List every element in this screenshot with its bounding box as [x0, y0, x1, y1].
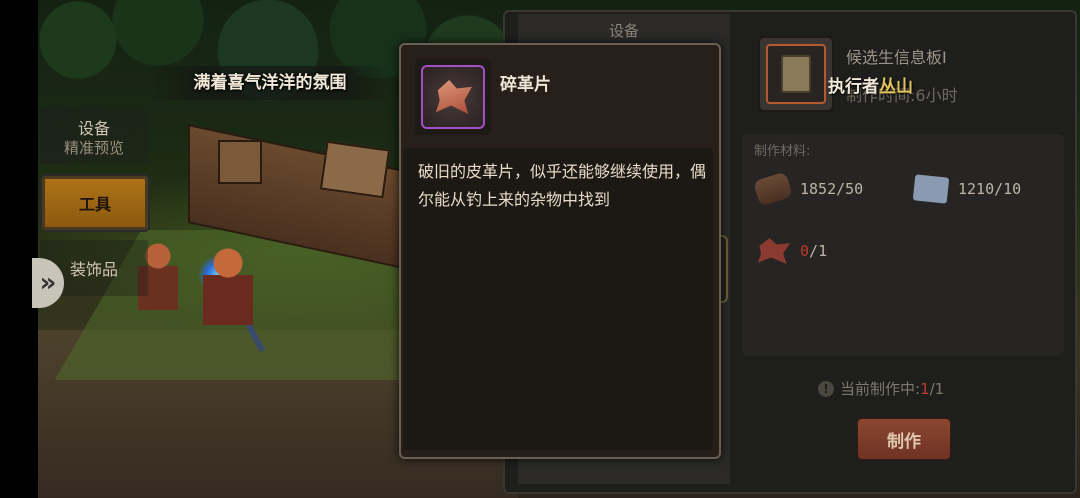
tab-devices-label: 设备: [77, 118, 110, 138]
notice-board: [319, 140, 391, 199]
material-need: 10: [1003, 180, 1022, 198]
material-have: 1852: [800, 180, 837, 198]
tab-devices-sub: 精准预览: [63, 138, 124, 157]
current-count: 1: [920, 379, 930, 398]
result-item-slot[interactable]: [758, 36, 834, 112]
leather-scrap-icon: [757, 238, 790, 264]
material-item[interactable]: 0/1: [756, 238, 827, 264]
executor-prefix: 执行者: [828, 77, 879, 97]
material-have: 1210: [958, 180, 995, 198]
materials-label: 制作材料:: [754, 144, 811, 159]
craft-button[interactable]: 制作: [857, 418, 951, 460]
material-need: 50: [845, 180, 864, 198]
executor-name: 丛山: [879, 77, 913, 97]
current-crafting: ! 当前制作中: 1/1: [818, 378, 944, 399]
leather-scrap-icon: [435, 80, 472, 114]
material-have: 0: [800, 242, 810, 260]
info-board-icon: [781, 55, 811, 93]
crate: [218, 140, 262, 184]
material-item[interactable]: 1210/10: [912, 174, 1022, 204]
tab-tools-label: 工具: [78, 195, 111, 214]
tooltip-item-frame: [421, 65, 485, 129]
paper-scroll-icon: [912, 174, 950, 204]
tooltip-item-name: 碎革片: [500, 75, 551, 95]
tab-decorations-label: 装饰品: [69, 260, 118, 279]
result-item-frame: [766, 44, 826, 104]
material-need: 1: [818, 242, 828, 260]
current-label: 当前制作中:: [840, 380, 921, 398]
executor-label: 执行者丛山: [828, 72, 913, 97]
log-icon: [752, 171, 794, 207]
player-character[interactable]: [203, 245, 253, 345]
warning-icon: !: [818, 380, 834, 397]
recipe-list-title: 设备: [608, 22, 639, 40]
tab-devices[interactable]: 设备 精准预览: [40, 108, 148, 164]
tab-tools[interactable]: 工具: [40, 174, 150, 232]
result-item-name: 候选生信息板I: [846, 48, 947, 67]
left-letterbox: [0, 0, 38, 498]
tooltip-item-slot: [415, 59, 491, 135]
tooltip-description: 破旧的皮革片，似乎还能够继续使用，偶尔能从钓上来的杂物中找到: [418, 162, 707, 209]
scene-banner: 满着喜气洋洋的氛围: [150, 66, 390, 100]
material-item[interactable]: 1852/50: [752, 171, 864, 207]
current-max: 1: [934, 379, 945, 398]
